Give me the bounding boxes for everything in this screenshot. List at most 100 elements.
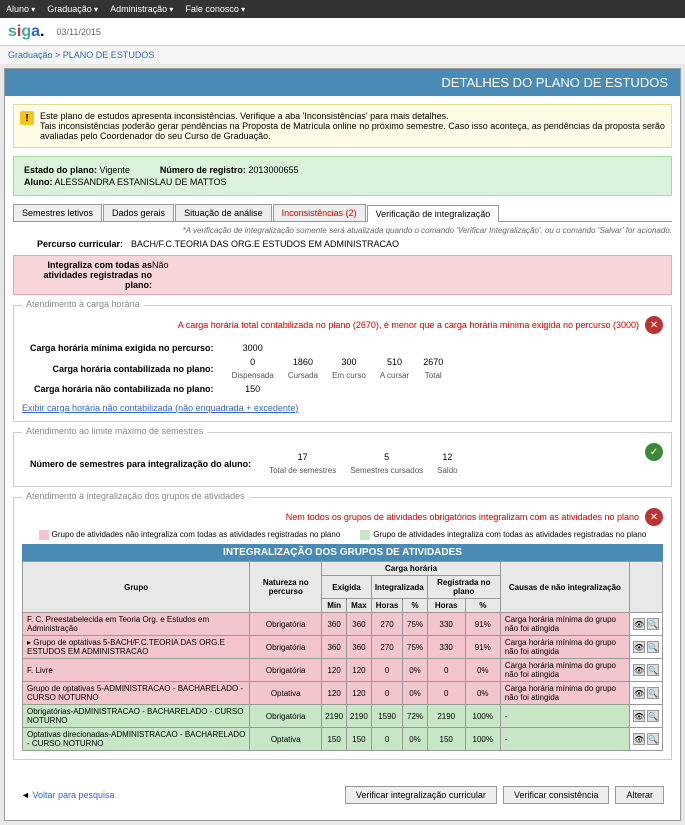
ch-sub-emcurso: Em curso xyxy=(326,370,372,381)
registro-label: Número de registro: xyxy=(160,165,246,175)
ch-acursar: 510 xyxy=(374,356,415,368)
cell-max: 120 xyxy=(347,659,372,682)
cell-min: 360 xyxy=(322,613,347,636)
table-row: Optativas direcionadas-ADMINISTRACAO - B… xyxy=(23,728,663,751)
view-icon[interactable]: 👁 xyxy=(633,618,645,630)
verify-integ-button[interactable]: Verificar integralização curricular xyxy=(345,786,497,804)
header: siga. 03/11/2015 xyxy=(0,18,685,46)
ch-emcurso: 300 xyxy=(326,356,372,368)
integraliza-label: Integraliza com todas as atividades regi… xyxy=(22,260,152,290)
percurso-value: BACH/F.C.TEORIA DAS ORG.E ESTUDOS EM ADM… xyxy=(131,239,399,249)
search-icon[interactable]: 🔍 xyxy=(647,733,659,745)
breadcrumb-page[interactable]: PLANO DE ESTUDOS xyxy=(63,50,155,60)
registro-value: 2013000655 xyxy=(248,165,298,175)
th-natureza: Natureza no percurso xyxy=(250,562,322,613)
view-icon[interactable]: 👁 xyxy=(633,664,645,676)
tab-dados[interactable]: Dados gerais xyxy=(103,204,174,221)
fs1-error: A carga horária total contabilizada no p… xyxy=(178,320,639,330)
back-link[interactable]: Voltar para pesquisa xyxy=(32,790,114,800)
main-panel: DETALHES DO PLANO DE ESTUDOS ! Este plan… xyxy=(4,68,681,821)
cell-ih: 270 xyxy=(371,613,402,636)
view-icon[interactable]: 👁 xyxy=(633,641,645,653)
menu-aluno[interactable]: Aluno xyxy=(6,4,35,14)
cell-ih: 270 xyxy=(371,636,402,659)
ch-total: 2670 xyxy=(417,356,449,368)
legend-swatch-green xyxy=(360,530,370,540)
cell-natureza: Obrigatória xyxy=(250,613,322,636)
tab-semestres[interactable]: Semestres letivos xyxy=(13,204,102,221)
back-icon: ◄ xyxy=(21,790,30,800)
cell-natureza: Obrigatória xyxy=(250,659,322,682)
sem-total: 17 xyxy=(263,451,342,463)
ch-nao-value: 150 xyxy=(226,383,280,395)
search-icon[interactable]: 🔍 xyxy=(647,618,659,630)
search-icon[interactable]: 🔍 xyxy=(647,710,659,722)
breadcrumb-root[interactable]: Graduação xyxy=(8,50,53,60)
cell-rp: 100% xyxy=(465,705,500,728)
tab-verificacao[interactable]: Verificação de integralização xyxy=(367,205,500,222)
th-grupo: Grupo xyxy=(23,562,250,613)
ch-dispensada: 0 xyxy=(226,356,280,368)
cell-ip: 0% xyxy=(403,659,427,682)
cell-rp: 0% xyxy=(465,659,500,682)
th-max: Max xyxy=(347,599,372,613)
cell-rp: 100% xyxy=(465,728,500,751)
warning-line1: Este plano de estudos apresenta inconsis… xyxy=(40,111,665,121)
cell-ih: 1590 xyxy=(371,705,402,728)
tab-inconsistencias[interactable]: Inconsistências (2) xyxy=(273,204,366,221)
ok-icon: ✓ xyxy=(645,443,663,461)
sem-sub-total: Total de semestres xyxy=(263,465,342,476)
aluno-label: Aluno: xyxy=(24,177,53,187)
ch-contab-label: Carga horária contabilizada no plano: xyxy=(24,356,224,381)
cell-rp: 91% xyxy=(465,613,500,636)
view-icon[interactable]: 👁 xyxy=(633,733,645,745)
table-row: F. C. Preestabelecida em Teoria Org. e E… xyxy=(23,613,663,636)
ch-cursada: 1860 xyxy=(282,356,324,368)
fieldset-semestres: Atendimento ao limite máximo de semestre… xyxy=(13,432,672,487)
header-date: 03/11/2015 xyxy=(57,27,101,37)
show-ch-link[interactable]: Exibir carga horária não contabilizada (… xyxy=(22,403,298,413)
cell-ip: 75% xyxy=(403,613,427,636)
table-row: F. LivreObrigatória12012000%00%Carga hor… xyxy=(23,659,663,682)
cell-rh: 330 xyxy=(427,613,465,636)
view-icon[interactable]: 👁 xyxy=(633,687,645,699)
cell-ip: 0% xyxy=(403,682,427,705)
cell-grupo: ▸ Grupo de optativas 5-BACH/F.C.TEORIA D… xyxy=(23,636,250,659)
th-ch: Carga horária xyxy=(322,562,501,576)
sem-saldo: 12 xyxy=(431,451,463,463)
cell-min: 150 xyxy=(322,728,347,751)
fs3-error: Nem todos os grupos de atividades obriga… xyxy=(286,512,639,522)
verify-note: *A verificação de integralização somente… xyxy=(13,226,672,235)
view-icon[interactable]: 👁 xyxy=(633,710,645,722)
percurso-label: Percurso curricular: xyxy=(13,239,123,249)
table-row: Obrigatórias-ADMINISTRACAO - BACHARELADO… xyxy=(23,705,663,728)
tabs: Semestres letivos Dados gerais Situação … xyxy=(13,204,672,222)
menu-administracao[interactable]: Administração xyxy=(110,4,173,14)
top-menu: Aluno Graduação Administração Fale conos… xyxy=(0,0,685,18)
cell-rh: 0 xyxy=(427,659,465,682)
ch-min-label: Carga horária mínima exigida no percurso… xyxy=(24,342,224,354)
cell-max: 150 xyxy=(347,728,372,751)
search-icon[interactable]: 🔍 xyxy=(647,664,659,676)
cell-rh: 150 xyxy=(427,728,465,751)
cell-max: 360 xyxy=(347,613,372,636)
page-title: DETALHES DO PLANO DE ESTUDOS xyxy=(5,69,680,96)
legend-pink: Grupo de atividades não integraliza com … xyxy=(52,530,341,539)
integraliza-value: Não xyxy=(152,260,169,290)
cell-natureza: Optativa xyxy=(250,728,322,751)
search-icon[interactable]: 🔍 xyxy=(647,687,659,699)
cell-causa: Carga horária mínima do grupo não foi at… xyxy=(500,636,629,659)
menu-graduacao[interactable]: Graduação xyxy=(47,4,98,14)
legend-green: Grupo de atividades integraliza com toda… xyxy=(373,530,646,539)
integraliza-box: Integraliza com todas as atividades regi… xyxy=(13,255,672,295)
alterar-button[interactable]: Alterar xyxy=(615,786,664,804)
error-icon: ✕ xyxy=(645,316,663,334)
expand-icon[interactable]: ▸ xyxy=(27,638,31,647)
cell-causa: Carga horária mínima do grupo não foi at… xyxy=(500,682,629,705)
menu-fale-conosco[interactable]: Fale conosco xyxy=(185,4,245,14)
th-causas: Causas de não integralização xyxy=(500,562,629,613)
search-icon[interactable]: 🔍 xyxy=(647,641,659,653)
tab-situacao[interactable]: Situação de análise xyxy=(175,204,272,221)
th-rh: Horas xyxy=(427,599,465,613)
verify-consist-button[interactable]: Verificar consistência xyxy=(503,786,610,804)
